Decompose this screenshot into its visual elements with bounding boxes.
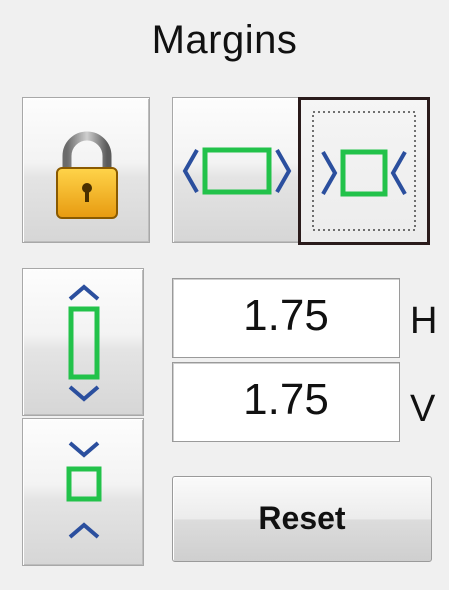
- lock-button[interactable]: [22, 97, 150, 243]
- margins-panel: Margins 1.75 H 1.75 V Reset: [0, 0, 449, 590]
- expand-vertical-icon: [68, 284, 100, 402]
- lock-icon: [56, 131, 118, 219]
- panel-title: Margins: [151, 18, 298, 62]
- expand-horizontal-icon: [182, 147, 292, 195]
- shrink-vertical-icon: [66, 441, 102, 539]
- shrink-horizontal-icon: [312, 111, 416, 231]
- reset-button[interactable]: Reset: [172, 476, 432, 562]
- vertical-margin-input[interactable]: 1.75: [172, 362, 400, 442]
- expand-horizontal-button[interactable]: [172, 97, 300, 243]
- horizontal-margin-input[interactable]: 1.75: [172, 278, 400, 358]
- shrink-horizontal-button[interactable]: [298, 97, 430, 245]
- vertical-label: V: [410, 388, 436, 430]
- horizontal-label: H: [410, 300, 438, 342]
- shrink-vertical-button[interactable]: [22, 418, 144, 566]
- expand-vertical-button[interactable]: [22, 268, 144, 416]
